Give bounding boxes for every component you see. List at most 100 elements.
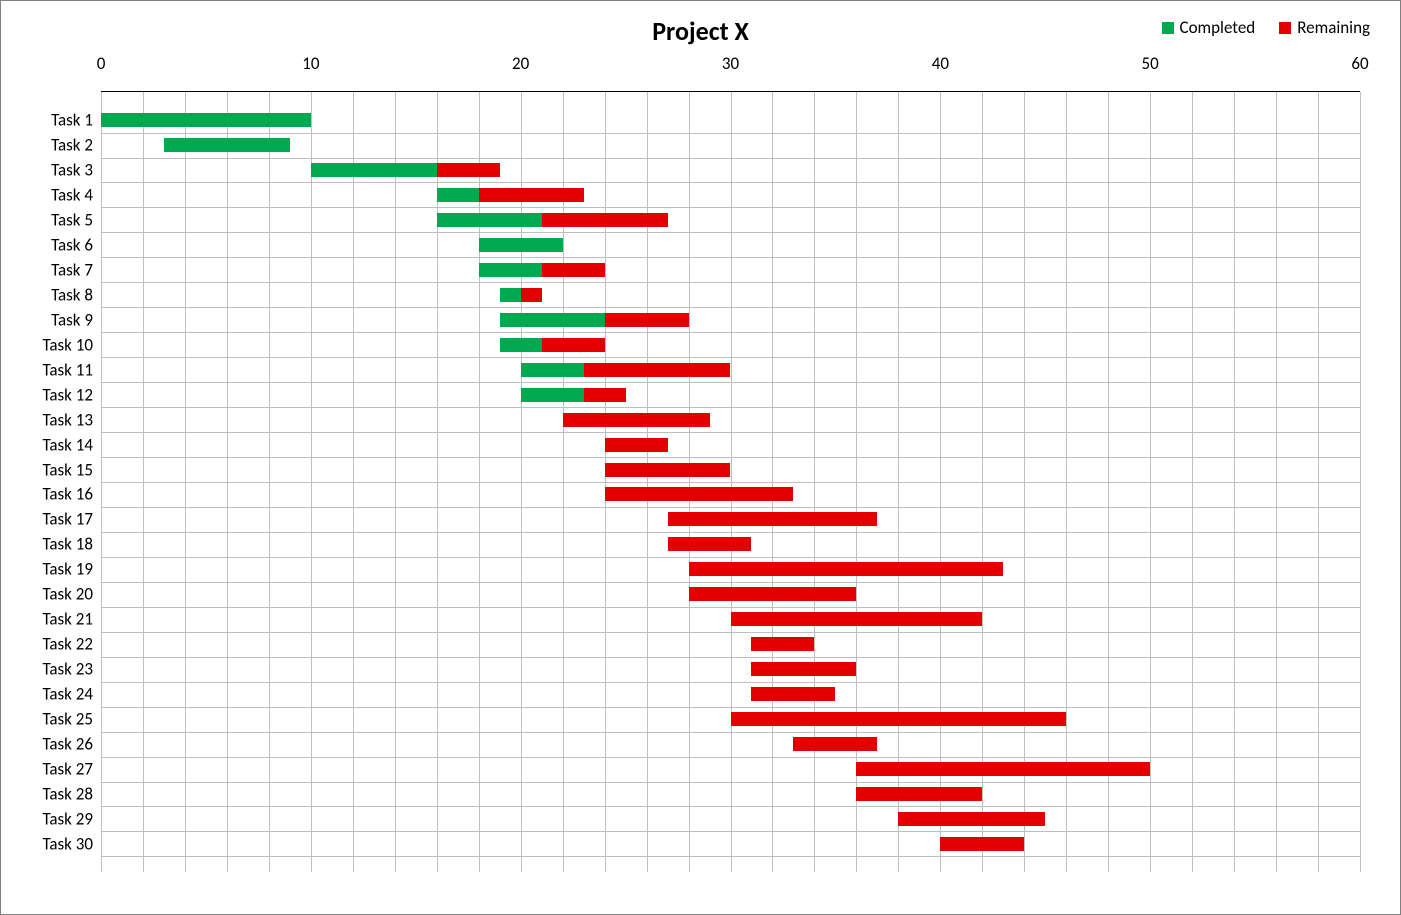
legend-swatch-completed-icon <box>1162 22 1174 34</box>
bar-remaining <box>856 787 982 801</box>
bar-remaining <box>751 662 856 676</box>
y-tick-label: Task 25 <box>42 709 101 730</box>
y-tick-label: Task 14 <box>42 434 101 455</box>
bar-remaining <box>605 313 689 327</box>
gantt-row <box>101 207 1360 232</box>
bar-remaining <box>605 487 794 501</box>
gantt-row <box>101 108 1360 133</box>
x-axis: 0102030405060 <box>101 51 1360 91</box>
y-tick-label: Task 17 <box>42 509 101 530</box>
bar-remaining <box>689 587 857 601</box>
title-row: Project X Completed Remaining <box>21 11 1380 51</box>
bar-remaining <box>584 388 626 402</box>
bar-remaining <box>731 612 983 626</box>
bar-completed <box>479 238 563 252</box>
gantt-row <box>101 382 1360 407</box>
y-tick-label: Task 18 <box>42 534 101 555</box>
bar-remaining <box>856 762 1150 776</box>
gantt-row <box>101 307 1360 332</box>
bar-remaining <box>479 188 584 202</box>
bar-remaining <box>689 562 1004 576</box>
y-tick-label: Task 16 <box>42 484 101 505</box>
y-tick-label: Task 11 <box>42 359 101 380</box>
gantt-row <box>101 182 1360 207</box>
y-tick-label: Task 30 <box>42 833 101 854</box>
legend-swatch-remaining-icon <box>1279 22 1291 34</box>
bar-remaining <box>437 163 500 177</box>
bar-completed <box>500 313 605 327</box>
y-tick-label: Task 26 <box>42 734 101 755</box>
y-tick-label: Task 27 <box>42 759 101 780</box>
legend: Completed Remaining <box>1162 17 1371 38</box>
bar-remaining <box>731 712 1067 726</box>
x-tick-label: 30 <box>722 53 739 74</box>
vertical-gridline <box>1360 92 1361 872</box>
gantt-row <box>101 607 1360 632</box>
y-tick-label: Task 23 <box>42 659 101 680</box>
y-tick-label: Task 3 <box>51 160 101 181</box>
bar-completed <box>437 213 542 227</box>
y-tick-label: Task 12 <box>42 384 101 405</box>
legend-label-remaining: Remaining <box>1297 17 1370 38</box>
bar-remaining <box>542 213 668 227</box>
bar-completed <box>521 388 584 402</box>
x-tick-label: 60 <box>1351 53 1368 74</box>
bar-completed <box>437 188 479 202</box>
bar-remaining <box>898 812 1045 826</box>
bar-remaining <box>605 438 668 452</box>
gantt-row <box>101 482 1360 507</box>
gantt-row <box>101 682 1360 707</box>
bar-remaining <box>668 512 878 526</box>
x-tick-label: 50 <box>1142 53 1159 74</box>
bar-remaining <box>521 288 542 302</box>
gantt-row <box>101 332 1360 357</box>
bar-remaining <box>940 837 1024 851</box>
gantt-row <box>101 507 1360 532</box>
plot-area: Task 1Task 2Task 3Task 4Task 5Task 6Task… <box>101 91 1360 872</box>
bar-completed <box>500 338 542 352</box>
y-tick-label: Task 29 <box>42 808 101 829</box>
y-tick-label: Task 5 <box>51 209 101 230</box>
bar-completed <box>479 263 542 277</box>
x-tick-label: 10 <box>302 53 319 74</box>
bar-remaining <box>605 463 731 477</box>
y-tick-label: Task 4 <box>51 184 101 205</box>
legend-label-completed: Completed <box>1180 17 1256 38</box>
x-tick-label: 0 <box>97 53 106 74</box>
gantt-row <box>101 232 1360 257</box>
horizontal-gridline <box>101 856 1360 857</box>
y-tick-label: Task 8 <box>51 284 101 305</box>
gantt-row <box>101 657 1360 682</box>
gantt-row <box>101 282 1360 307</box>
gantt-row <box>101 632 1360 657</box>
gantt-row <box>101 582 1360 607</box>
y-tick-label: Task 24 <box>42 684 101 705</box>
bar-remaining <box>751 687 835 701</box>
gantt-row <box>101 557 1360 582</box>
y-tick-label: Task 1 <box>51 110 101 131</box>
gantt-row <box>101 806 1360 831</box>
bar-completed <box>521 363 584 377</box>
gantt-row <box>101 732 1360 757</box>
bar-remaining <box>542 338 605 352</box>
y-tick-label: Task 13 <box>42 409 101 430</box>
gantt-row <box>101 158 1360 183</box>
y-tick-label: Task 7 <box>51 259 101 280</box>
y-tick-label: Task 6 <box>51 234 101 255</box>
gantt-row <box>101 532 1360 557</box>
x-tick-label: 40 <box>932 53 949 74</box>
x-tick-label: 20 <box>512 53 529 74</box>
gantt-row <box>101 782 1360 807</box>
bar-remaining <box>793 737 877 751</box>
y-tick-label: Task 15 <box>42 459 101 480</box>
y-tick-label: Task 22 <box>42 634 101 655</box>
plot-wrap: 0102030405060 Task 1Task 2Task 3Task 4Ta… <box>101 51 1360 881</box>
bar-completed <box>500 288 521 302</box>
y-tick-label: Task 9 <box>51 309 101 330</box>
legend-remaining: Remaining <box>1279 17 1370 38</box>
y-tick-label: Task 28 <box>42 784 101 805</box>
chart-frame: Project X Completed Remaining 0 10 20 30 40 5… <box>0 0 1401 915</box>
gantt-row <box>101 831 1360 856</box>
bar-remaining <box>668 537 752 551</box>
bar-remaining <box>542 263 605 277</box>
